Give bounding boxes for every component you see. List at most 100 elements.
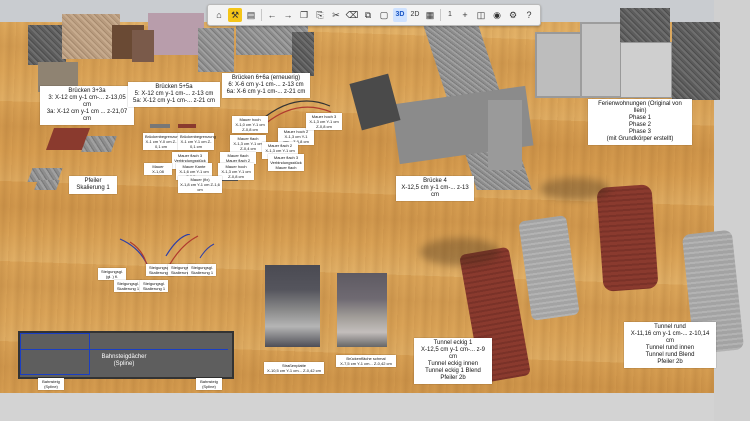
- label-small-b: Brückenbegrenzung X-1 cm Y-1 cm Z-0,1 cm: [178, 133, 216, 150]
- label-line: 3: X-12 cm y-1 cm-... z-13,05 cm: [48, 95, 126, 108]
- label-line: Skalierung 1: [190, 270, 214, 275]
- label-line: X-10,5 cm Y-1 cm... Z-0,42 cm: [266, 368, 322, 373]
- bahnsteig-selection-box[interactable]: [20, 333, 90, 375]
- label-small-m: Mauer (fix) X-1,8 cm Y-1 cm Z-1,6 cm: [178, 176, 222, 193]
- label-line: Pfeiler 2b: [440, 375, 466, 381]
- label-title: Ferienwohnungen (Original von Ilein): [598, 101, 682, 114]
- label-bruecken-5: Brücken 5+5a 5: X-12 cm y-1 cm-... z-13 …: [128, 82, 220, 107]
- label-title: Brücken 5+5a: [155, 84, 193, 90]
- label-line: X-1,8 cm Y-1 cm Z-1,6 cm: [180, 182, 220, 192]
- label-pfeiler: Pfeiler Skalierung 1: [69, 176, 117, 194]
- settings-icon[interactable]: ⚙: [506, 8, 520, 22]
- pfeiler-small-2[interactable]: [34, 180, 60, 190]
- label-bruecken-6: Brücken 6+6a (erneuerig) 6: X-6 cm y-1 c…: [222, 73, 310, 98]
- undo-icon[interactable]: ←: [265, 8, 279, 22]
- tools-icon[interactable]: ⚒: [228, 8, 242, 22]
- shadow-tunnel: [420, 238, 500, 266]
- label-bahnsteigdaecher: Bahnsteigdächer (Spline): [88, 352, 160, 370]
- bridge-3-model[interactable]: [28, 25, 66, 65]
- label-line: Tunnel eckig innen: [427, 361, 479, 367]
- save-icon[interactable]: ▤: [244, 8, 258, 22]
- pfeiler-tile-gray[interactable]: [81, 136, 117, 152]
- label-title: Tunnel eckig 1: [433, 340, 473, 346]
- label-title: Brücke 4: [423, 178, 447, 184]
- bahnsteig-inner-line: [20, 349, 228, 350]
- toolbar-separator: [261, 9, 262, 21]
- paste-icon[interactable]: ⎘: [313, 8, 327, 22]
- label-line: 5a: X-12 cm y-1 cm-... z-21 cm: [132, 98, 216, 104]
- label-line: 5: X-12 cm y-1 cm-... z-13 cm: [134, 91, 214, 97]
- label-line: X-11,16 cm y-1 cm-... z-10,14 cm: [630, 331, 710, 344]
- label-line: X-1 cm Y-0 cm Z-0,1 cm: [145, 139, 177, 149]
- label-line: (gl. ) fl.: [105, 274, 119, 279]
- bridge-4-right-pier[interactable]: [488, 100, 522, 170]
- label-bruecken-3: Brücken 3+3a 3: X-12 cm y-1 cm-... z-13,…: [40, 86, 134, 125]
- label-line: 6a: X-6 cm y-1 cm-... z-21 cm: [226, 89, 306, 95]
- duplicate-icon[interactable]: ⧉: [361, 8, 375, 22]
- label-line: Tunnel rund Blend: [645, 352, 695, 358]
- label-line: 6: X-6 cm y-1 cm-... z-13 cm: [228, 82, 304, 88]
- bridge-5a-model[interactable]: [198, 28, 234, 72]
- label-small-o: Steigungsgl. (gl. ) fl.: [98, 268, 126, 280]
- label-line: (Spline): [44, 384, 58, 389]
- toolbar-separator: [440, 9, 441, 21]
- home-icon[interactable]: ⌂: [212, 8, 226, 22]
- label-title: Bahnsteigdächer: [101, 354, 147, 360]
- view-3d-button[interactable]: 3D: [393, 8, 407, 22]
- label-line: Phase 1: [628, 115, 652, 121]
- label-small-a: Brückenbegrenzung X-1 cm Y-0 cm Z-0,1 cm: [143, 133, 181, 150]
- label-line: Pfeiler 2b: [657, 359, 683, 365]
- label-line: X-1,3 cm Y-1 cm Z-0,8 cm: [221, 169, 251, 179]
- label-small-e: Mauer hoch 3 X-1,3 cm Y-1 cm Z-0,8 cm: [306, 113, 342, 130]
- label-line: X-12,5 cm y-1 cm-... z-9 cm: [420, 347, 485, 360]
- grid-icon[interactable]: ▦: [423, 8, 437, 22]
- label-line: (mit Grundkörper erstellt): [606, 136, 674, 142]
- tunnel-eckig-innen[interactable]: [518, 215, 580, 321]
- ferienwohnung-phase3-roof[interactable]: [620, 8, 670, 43]
- tunnel-rund-model[interactable]: [596, 184, 659, 292]
- label-line: Skalierung 1: [76, 185, 110, 191]
- label-small-v: Bahnsteig (Spline): [196, 378, 222, 390]
- strassenplatte-model[interactable]: [265, 265, 320, 347]
- ferienwohnung-phase4[interactable]: [672, 22, 720, 100]
- label-line: (Spline): [113, 361, 135, 367]
- label-line: Verbindungsstück Mauer flach: [270, 160, 302, 170]
- delete-icon[interactable]: ⌫: [345, 8, 359, 22]
- main-toolbar: ⌂ ⚒ ▤ ← → ❐ ⎘ ✂ ⌫ ⧉ ▢ 3D 2D ▦ 1 + ◫ ◉ ⚙ …: [207, 4, 541, 26]
- group-icon[interactable]: ▢: [377, 8, 391, 22]
- label-tunnel-eckig: Tunnel eckig 1 X-12,5 cm y-1 cm-... z-9 …: [414, 338, 492, 384]
- label-title: Tunnel rund: [654, 324, 686, 330]
- brueckenflaeche-model[interactable]: [337, 273, 387, 347]
- ferienwohnung-phase1[interactable]: [535, 32, 584, 98]
- ferienwohnung-phase3[interactable]: [620, 42, 672, 98]
- redo-icon[interactable]: →: [281, 8, 295, 22]
- label-title: Pfeiler: [84, 178, 102, 184]
- add-icon[interactable]: +: [458, 8, 472, 22]
- label-brueckenflaeche: Brückenfläche schmal X-7,5 cm Y-1 cm... …: [336, 355, 396, 367]
- layers-icon[interactable]: ◫: [474, 8, 488, 22]
- label-line: Skalierung 1: [116, 286, 140, 291]
- cut-icon[interactable]: ✂: [329, 8, 343, 22]
- layer-number[interactable]: 1: [444, 8, 456, 22]
- bridge-6a-model[interactable]: [292, 32, 314, 76]
- label-small-t: Steigungsgl. Skalierung 1: [188, 264, 216, 276]
- label-title: Brücken 6+6a (erneuerig): [231, 75, 301, 81]
- copy-icon[interactable]: ❐: [297, 8, 311, 22]
- label-line: 3a: X-12 cm y-1 cm ... z-21,07 cm: [46, 109, 128, 122]
- view-2d-button[interactable]: 2D: [409, 8, 421, 22]
- label-line: X-1,0 cm Y-1 cm Z-0,8 cm: [235, 122, 265, 132]
- camera-icon[interactable]: ◉: [490, 8, 504, 22]
- label-strassenplatte: Straßenplatte X-10,5 cm Y-1 cm... Z-0,42…: [264, 362, 324, 374]
- label-line: X-1,08: [152, 169, 164, 174]
- label-small-u: Bahnsteig (Spline): [38, 378, 64, 390]
- help-icon[interactable]: ?: [522, 8, 536, 22]
- label-bruecke-4: Brücke 4 X-12,5 cm y-1 cm-... z-13 cm: [396, 176, 474, 201]
- bridge-5-model[interactable]: [148, 13, 204, 55]
- label-small-c: Mauer hoch X-1,0 cm Y-1 cm Z-0,8 cm: [232, 116, 268, 133]
- label-small-p: Steigungsgl. Skalierung 1: [114, 280, 142, 292]
- bridge-4-left-pier[interactable]: [349, 73, 401, 131]
- 3d-viewport[interactable]: Brücken 3+3a 3: X-12 cm y-1 cm-... z-13,…: [0, 0, 750, 421]
- wall-piece-1[interactable]: [150, 124, 170, 128]
- label-line: Phase 3: [628, 129, 652, 135]
- wall-piece-2[interactable]: [178, 124, 196, 128]
